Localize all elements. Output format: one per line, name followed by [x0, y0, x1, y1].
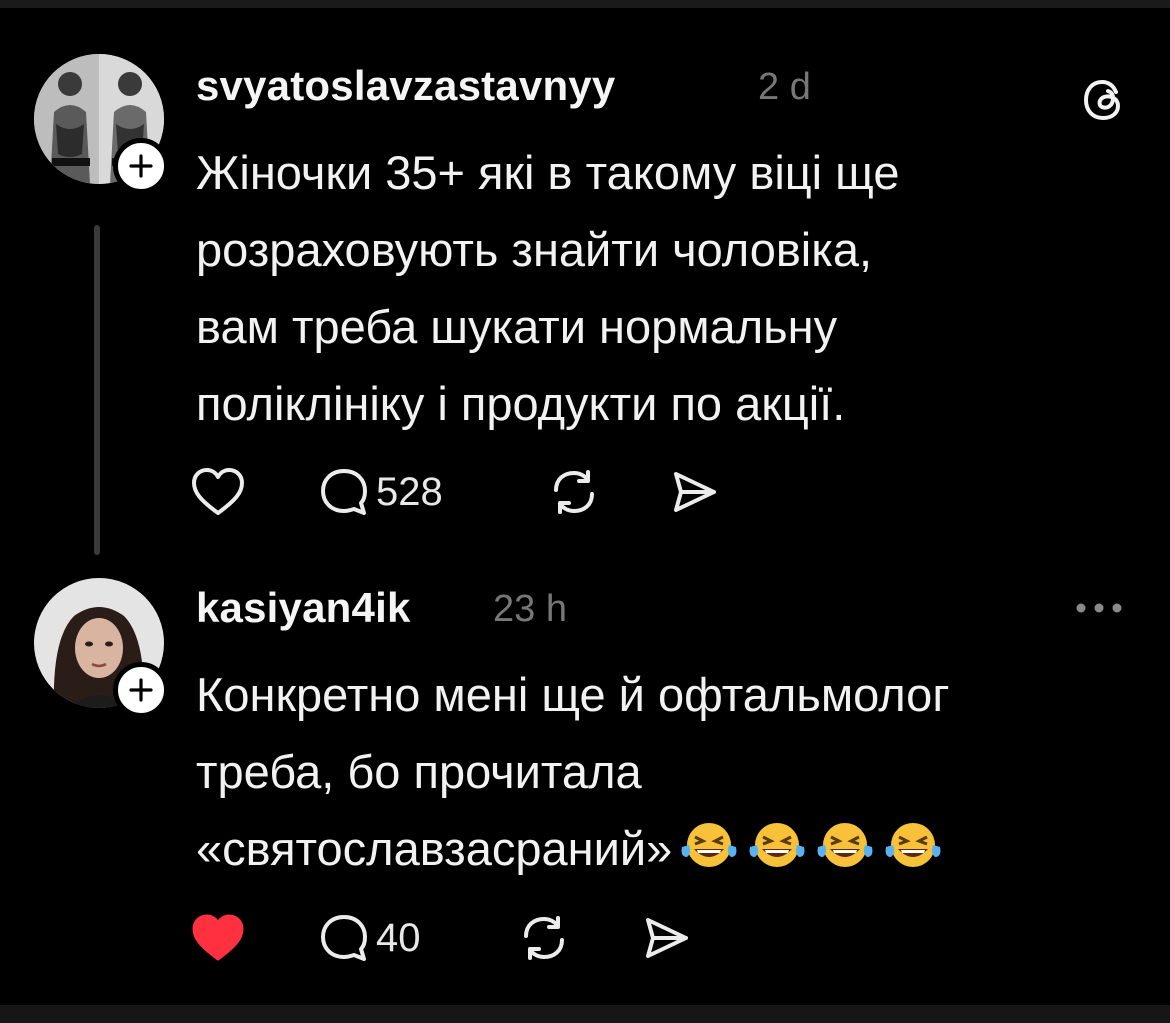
top-edge [0, 0, 1170, 8]
post-actions: 40 [190, 908, 750, 968]
reply-button[interactable]: 528 [318, 462, 443, 522]
username[interactable]: svyatoslavzastavnyy [196, 62, 615, 110]
plus-icon [129, 154, 153, 178]
post-text-line: Жіночки 35+ які в такому віці ще [196, 146, 900, 199]
share-button[interactable] [668, 466, 720, 518]
repost-icon [524, 916, 564, 960]
post-actions: 528 [190, 462, 750, 522]
bottom-edge [0, 1005, 1170, 1023]
laughing-crying-emoji-icon [681, 823, 737, 867]
like-button[interactable] [190, 462, 246, 522]
reply-count: 528 [376, 469, 443, 514]
share-button[interactable] [640, 912, 692, 964]
comment-icon [321, 469, 367, 515]
post-text-line: вам треба шукати нормальну [196, 300, 838, 353]
plus-icon [129, 678, 153, 702]
send-icon [674, 472, 716, 512]
follow-button[interactable] [113, 138, 169, 194]
post-text-line: розраховують знайти чоловіка, [196, 223, 873, 276]
post-text-line: треба, бо прочитала [196, 745, 642, 798]
reply-count: 40 [376, 915, 421, 960]
reply-button[interactable]: 40 [318, 910, 421, 966]
repost-icon [554, 470, 594, 514]
follow-button[interactable] [113, 662, 169, 718]
post-text-line: Конкретно мені ще й офтальмолог [196, 668, 950, 721]
heart-icon [192, 468, 244, 515]
laughing-crying-emoji-icon [749, 823, 805, 867]
username[interactable]: kasiyan4ik [196, 584, 411, 632]
more-options-icon[interactable] [1074, 598, 1124, 618]
like-button[interactable] [190, 908, 246, 968]
laughing-crying-emoji-icon [885, 823, 941, 867]
repost-button[interactable] [518, 912, 570, 964]
post-time: 2 d [758, 66, 811, 108]
send-icon [646, 918, 688, 958]
thread-line [94, 225, 100, 555]
post-text: Жіночки 35+ які в такому віці ще розрахо… [196, 134, 1136, 442]
heart-filled-icon [192, 914, 244, 961]
post-text-line: «святославзасраний» [196, 810, 1136, 904]
repost-button[interactable] [548, 466, 600, 518]
post-text-line: поліклініку і продукти по акції. [196, 377, 846, 430]
post-time: 23 h [493, 588, 567, 630]
post-text-quote: «святославзасраний» [196, 822, 673, 875]
threads-logo-icon[interactable] [1080, 76, 1128, 124]
post-text: Конкретно мені ще й офтальмолог треба, б… [196, 656, 1136, 904]
comment-icon [321, 915, 367, 961]
laughing-crying-emoji-icon [817, 823, 873, 867]
